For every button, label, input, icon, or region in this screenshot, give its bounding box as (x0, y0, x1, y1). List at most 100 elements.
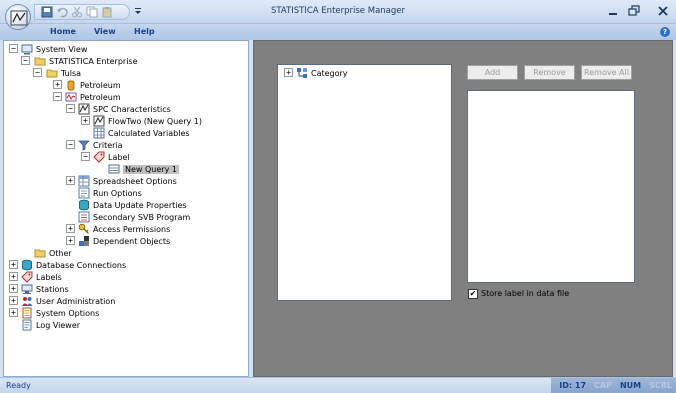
tree-item-statistica-enterprise[interactable]: STATISTICA Enterprise (34, 55, 138, 67)
expand-toggle[interactable]: + (9, 296, 18, 305)
collapse-toggle[interactable]: − (21, 56, 30, 65)
collapse-toggle[interactable]: − (66, 140, 75, 149)
tree-item-access-permissions[interactable]: Access Permissions (78, 223, 170, 235)
category-icon (296, 67, 308, 79)
add-button[interactable]: Add (467, 65, 518, 80)
tree-label: Secondary SVB Program (93, 212, 191, 222)
tree-item-label[interactable]: Label (93, 151, 130, 163)
tree-item-user-administration[interactable]: User Administration (21, 295, 115, 307)
expand-toggle[interactable]: + (9, 272, 18, 281)
menu-help[interactable]: Help (134, 27, 155, 36)
tree-item-dependent-objects[interactable]: Dependent Objects (78, 235, 170, 247)
tree-item-spreadsheet-options[interactable]: Spreadsheet Options (78, 175, 177, 187)
tree-label: Tulsa (61, 68, 82, 78)
remove-all-button[interactable]: Remove All (581, 65, 632, 80)
expand-toggle[interactable]: + (66, 236, 75, 245)
tag-icon (21, 271, 33, 283)
status-text: Ready (6, 381, 31, 390)
remove-button[interactable]: Remove (524, 65, 575, 80)
close-icon[interactable] (656, 4, 670, 18)
control-chart-icon (65, 91, 77, 103)
expand-toggle[interactable]: + (66, 224, 75, 233)
collapse-toggle[interactable]: − (33, 68, 42, 77)
filter-icon (78, 139, 90, 151)
expand-toggle[interactable]: + (9, 308, 18, 317)
tree-item-labels[interactable]: Labels (21, 271, 62, 283)
tree-item-petroleum-2[interactable]: Petroleum (65, 91, 121, 103)
tree-item-data-update-properties[interactable]: Data Update Properties (78, 199, 187, 211)
grid-icon (93, 127, 105, 139)
folder-icon (46, 67, 58, 79)
status-bar: Ready ID: 17 CAP NUM SCRL (0, 377, 676, 393)
tree-item-log-viewer[interactable]: Log Viewer (21, 319, 80, 331)
system-tree-view[interactable]: − System View − STATISTICA Enterprise − … (3, 40, 249, 377)
tree-label: Database Connections (36, 260, 127, 270)
minimize-icon[interactable] (606, 4, 620, 18)
run-options-icon (78, 187, 90, 199)
collapse-toggle[interactable]: − (53, 92, 62, 101)
expand-toggle[interactable]: + (9, 260, 18, 269)
tree-item-criteria[interactable]: Criteria (78, 139, 123, 151)
status-indicators: ID: 17 CAP NUM SCRL (551, 378, 676, 393)
store-label-checkbox[interactable]: ✔ (468, 289, 478, 299)
tree-item-spc-characteristics[interactable]: SPC Characteristics (78, 103, 171, 115)
tree-label: Criteria (93, 140, 123, 150)
tree-item-run-options[interactable]: Run Options (78, 187, 142, 199)
tree-item-system-view[interactable]: System View (21, 43, 87, 55)
tree-item-system-options[interactable]: System Options (21, 307, 99, 319)
tree-item-flowtwo[interactable]: FlowTwo (New Query 1) (93, 115, 202, 127)
tree-label: FlowTwo (New Query 1) (108, 116, 202, 126)
svb-program-icon (78, 211, 90, 223)
ribbon-menu-bar: Home View Help ? (0, 24, 676, 40)
menu-home[interactable]: Home (50, 27, 76, 36)
tree-label: Dependent Objects (93, 236, 171, 246)
tree-item-category[interactable]: Category (296, 67, 348, 79)
tree-item-new-query-1[interactable]: New Query 1 (108, 163, 179, 175)
label-editor-pane: + Category Add Remove Remove All ✔ Store… (253, 40, 673, 377)
tree-label: SPC Characteristics (93, 104, 171, 114)
collapse-toggle[interactable]: − (66, 104, 75, 113)
tree-item-other[interactable]: Other (34, 247, 72, 259)
system-options-icon (21, 307, 33, 319)
tree-label: Labels (36, 272, 62, 282)
spc-chart-icon (78, 103, 90, 115)
collapse-toggle[interactable]: − (81, 152, 90, 161)
expand-toggle[interactable]: + (53, 80, 62, 89)
tree-item-stations[interactable]: Stations (21, 283, 69, 295)
tree-label: Calculated Variables (108, 128, 190, 138)
restore-icon[interactable] (627, 4, 641, 18)
expand-toggle[interactable]: + (81, 116, 90, 125)
tree-item-tulsa[interactable]: Tulsa (46, 67, 81, 79)
title-bar: STATISTICA Enterprise Manager (0, 0, 676, 24)
statistica-logo-icon[interactable] (5, 4, 31, 30)
tree-item-petroleum-1[interactable]: Petroleum (65, 79, 121, 91)
key-icon (78, 223, 90, 235)
database-icon (78, 199, 90, 211)
collapse-toggle[interactable]: − (9, 44, 18, 53)
tree-item-calculated-variables[interactable]: Calculated Variables (93, 127, 190, 139)
expand-toggle[interactable]: + (66, 176, 75, 185)
expand-toggle[interactable]: + (284, 68, 293, 77)
tree-label: System Options (36, 308, 100, 318)
stations-icon (21, 283, 33, 295)
database-icon (21, 259, 33, 271)
folder-icon (34, 247, 46, 259)
store-label-text: Store label in data file (481, 289, 570, 298)
query-icon (108, 163, 120, 175)
tree-item-database-connections[interactable]: Database Connections (21, 259, 126, 271)
folder-icon (34, 55, 46, 67)
tree-label: Label (108, 152, 130, 162)
selected-labels-list[interactable] (467, 90, 635, 283)
tree-item-secondary-svb-program[interactable]: Secondary SVB Program (78, 211, 190, 223)
tree-label: Other (49, 248, 72, 258)
tree-label: Access Permissions (93, 224, 171, 234)
help-icon[interactable]: ? (660, 27, 670, 37)
tree-label: Run Options (93, 188, 142, 198)
menu-view[interactable]: View (94, 27, 116, 36)
expand-toggle[interactable]: + (9, 284, 18, 293)
window-title: STATISTICA Enterprise Manager (270, 6, 405, 16)
tree-label: STATISTICA Enterprise (49, 56, 138, 66)
category-tree[interactable]: + Category (277, 64, 452, 301)
tree-label: User Administration (36, 296, 116, 306)
cylinder-icon (65, 79, 77, 91)
